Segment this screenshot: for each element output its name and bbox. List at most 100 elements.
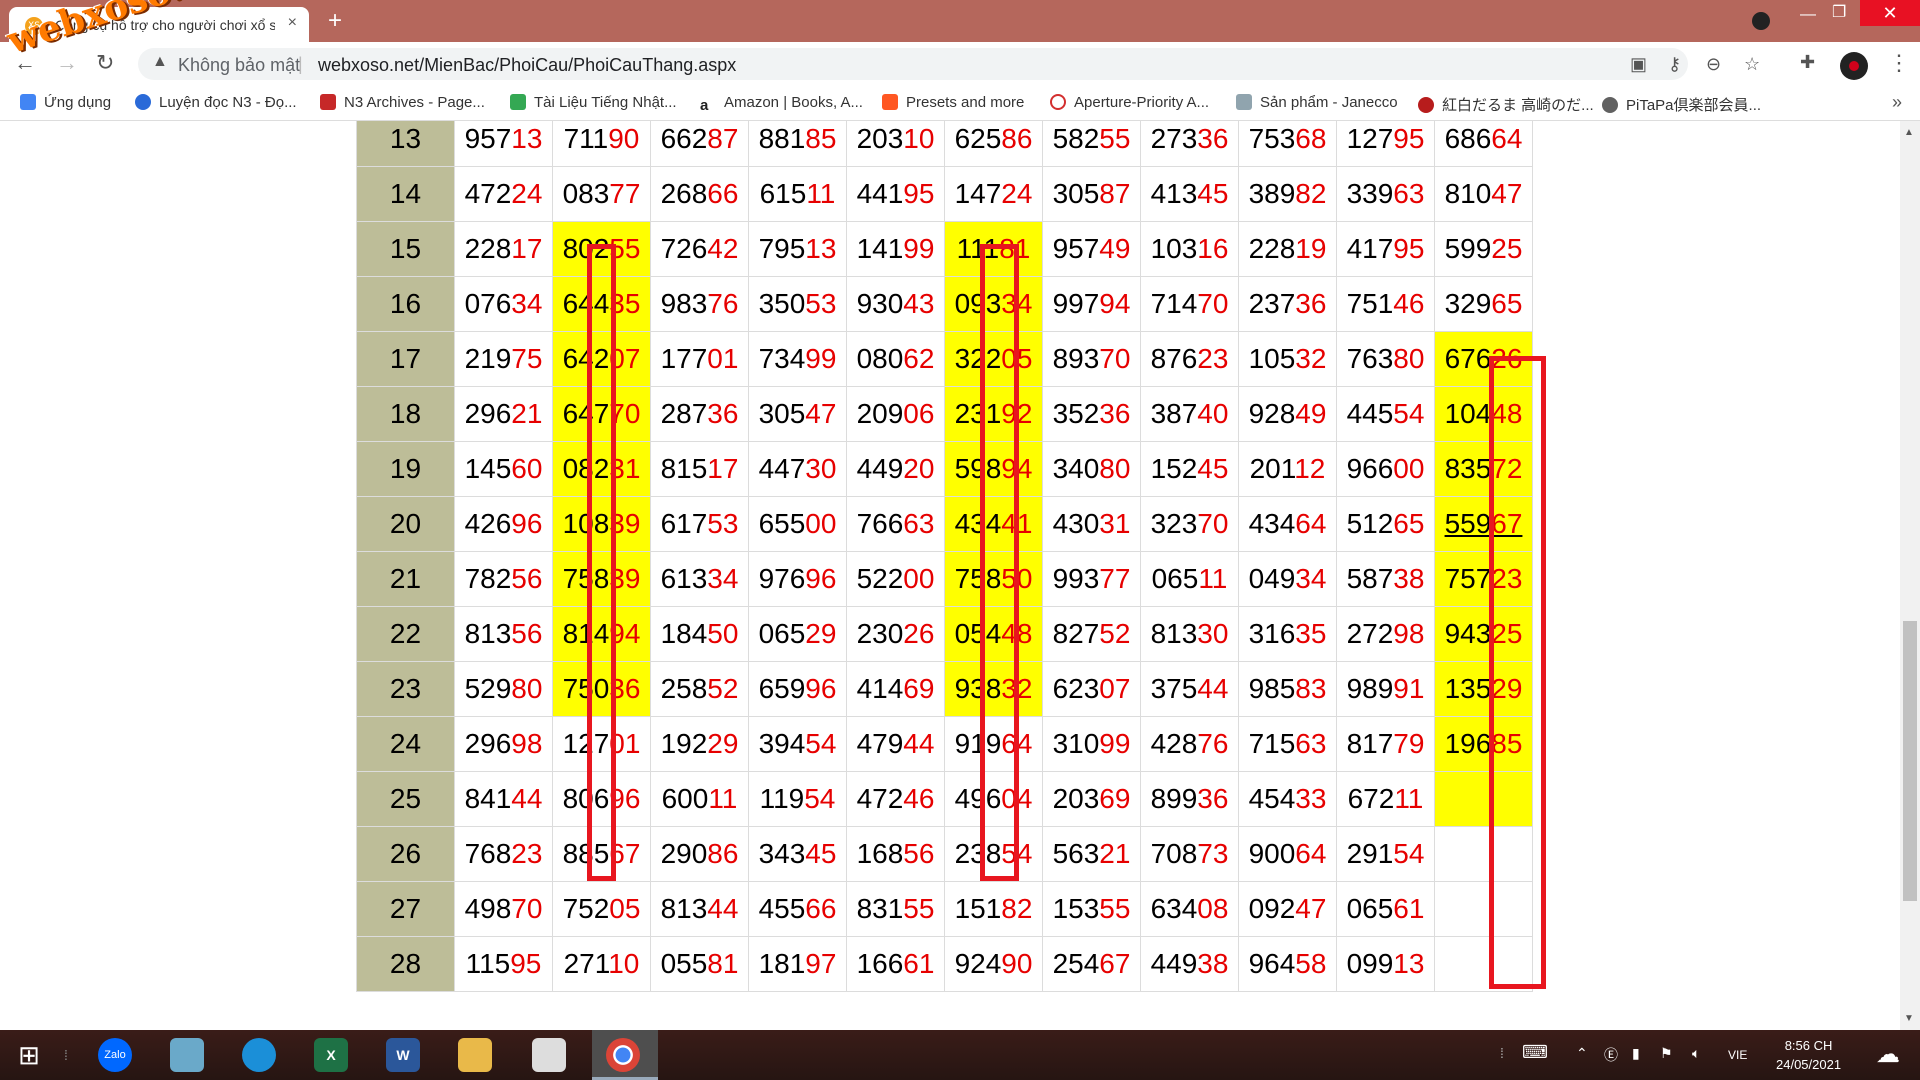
result-cell: 15182 <box>944 881 1043 937</box>
weather-cloud-icon[interactable]: ☁ <box>1876 1040 1900 1069</box>
result-number: 35053 <box>759 288 837 319</box>
result-cell: 14199 <box>846 221 945 277</box>
result-number: 44920 <box>857 453 935 484</box>
close-window-button[interactable]: ✕ <box>1860 0 1920 26</box>
flag-icon[interactable]: ⚑ <box>1660 1045 1673 1062</box>
word-icon[interactable]: W <box>386 1038 420 1072</box>
bookmarks-more-icon[interactable]: » <box>1892 92 1902 113</box>
day-cell: 18 <box>356 386 455 442</box>
url-text[interactable]: webxoso.net/MienBac/PhoiCau/PhoiCauThang… <box>318 55 736 76</box>
system-clock[interactable]: 8:56 CH 24/05/2021 <box>1776 1036 1841 1074</box>
volume-icon[interactable]: 🔈︎ <box>1692 1045 1700 1062</box>
address-bar[interactable]: ▲ Không bảo mật | webxoso.net/MienBac/Ph… <box>138 48 1760 80</box>
maximize-button[interactable]: ❐ <box>1832 2 1846 22</box>
bookmark-apps[interactable]: Ứng dụng <box>20 94 111 111</box>
result-cell: 29154 <box>1336 826 1435 882</box>
result-cell: 29621 <box>454 386 553 442</box>
result-prefix: 881 <box>758 123 806 154</box>
profile-avatar[interactable] <box>1840 52 1868 80</box>
zoom-icon[interactable]: ⊖ <box>1706 54 1721 75</box>
scroll-down-icon[interactable]: ▼ <box>1904 1013 1914 1024</box>
result-last-two-digits: 80 <box>511 673 543 704</box>
zalo-icon[interactable]: Zalo <box>98 1038 132 1072</box>
result-prefix: 287 <box>660 398 708 429</box>
notes-icon[interactable] <box>170 1038 204 1072</box>
result-cell: 89370 <box>1042 331 1141 387</box>
bookmark-item[interactable]: a Amazon | Books, A... <box>700 94 863 114</box>
vertical-scrollbar[interactable]: ▲ ▼ <box>1900 121 1920 1030</box>
lottery-grid: 13 95713 71190 66287 88185 20310 62586 58255 273… <box>356 121 1533 992</box>
result-prefix: 219 <box>464 343 512 374</box>
excel-icon[interactable]: X <box>314 1038 348 1072</box>
result-cell: 51265 <box>1336 496 1435 552</box>
result-number: 61511 <box>760 178 836 209</box>
result-number: 89370 <box>1053 343 1131 374</box>
result-number: 96458 <box>1249 948 1327 979</box>
key-icon[interactable]: ⚷ <box>1668 54 1681 75</box>
result-prefix: 479 <box>856 728 904 759</box>
result-number: 56321 <box>1053 838 1131 869</box>
forward-arrow-icon[interactable]: → <box>56 50 78 76</box>
language-indicator[interactable]: VIE <box>1728 1048 1747 1062</box>
grid-row: 13 95713 71190 66287 88185 20310 62586 58255 273… <box>356 121 1533 167</box>
bookmark-item[interactable]: Tài Liệu Tiếng Nhật... <box>510 94 677 111</box>
result-last-two-digits: 63 <box>1295 728 1327 759</box>
result-cell: 39454 <box>748 716 847 772</box>
ime-icon[interactable]: Ⓔ <box>1604 1045 1618 1065</box>
scrollbar-thumb[interactable] <box>1903 621 1917 901</box>
result-last-two-digits: 42 <box>707 233 739 264</box>
bookmark-item[interactable]: Luyện đọc N3 - Đọ... <box>135 94 297 111</box>
security-status[interactable]: Không bảo mật <box>178 55 300 76</box>
star-icon[interactable]: ☆ <box>1744 54 1760 75</box>
windows-start-icon[interactable]: ⊞ <box>12 1038 46 1072</box>
keyboard-icon[interactable]: ⌨ <box>1522 1042 1548 1063</box>
grid-row: 21 78256 75839 61334 97696 52200 75850 99377 065… <box>356 551 1533 607</box>
edge-icon[interactable] <box>242 1038 276 1072</box>
result-cell: 79513 <box>748 221 847 277</box>
result-last-two-digits: 34 <box>511 288 543 319</box>
reload-icon[interactable]: ↻ <box>96 50 114 76</box>
grid-row: 27 49870 75205 81344 45566 83155 15182 15355 634… <box>356 881 1533 937</box>
chrome-icon[interactable] <box>606 1038 640 1072</box>
folder-icon[interactable] <box>458 1038 492 1072</box>
result-last-two-digits: 54 <box>1393 838 1425 869</box>
result-prefix: 271 <box>563 948 609 979</box>
extensions-icon[interactable]: ✚ <box>1800 52 1815 73</box>
result-cell: 61334 <box>650 551 749 607</box>
network-icon[interactable]: ▮ <box>1632 1045 1640 1062</box>
minimize-button[interactable]: — <box>1800 6 1816 24</box>
result-number: 14724 <box>955 178 1033 209</box>
result-last-two-digits: 95 <box>1393 123 1425 154</box>
result-last-two-digits: 29 <box>805 618 837 649</box>
result-last-two-digits: 26 <box>903 618 935 649</box>
bookmark-item[interactable]: Presets and more <box>882 94 1024 111</box>
result-prefix: 184 <box>660 618 708 649</box>
result-number: 47944 <box>857 728 935 759</box>
cast-icon[interactable]: ▣ <box>1630 54 1647 75</box>
bookmark-item[interactable]: Aperture-Priority A... <box>1050 94 1209 111</box>
result-prefix: 449 <box>856 453 904 484</box>
result-prefix: 426 <box>464 508 512 539</box>
result-prefix: 228 <box>464 233 512 264</box>
result-prefix: 993 <box>1052 563 1100 594</box>
result-cell: 81356 <box>454 606 553 662</box>
bookmark-item[interactable]: Sản phẩm - Janecco <box>1236 94 1398 111</box>
new-tab-button[interactable]: + <box>328 8 342 34</box>
result-last-two-digits: 95 <box>903 178 935 209</box>
bookmark-item[interactable]: N3 Archives - Page... <box>320 94 485 111</box>
tab-search-icon[interactable] <box>1752 12 1770 30</box>
result-cell: 84144 <box>454 771 553 827</box>
menu-icon[interactable]: ⋮ <box>1888 50 1910 76</box>
result-cell: 34345 <box>748 826 847 882</box>
tray-chevron-icon[interactable]: ⌃ <box>1576 1045 1588 1062</box>
tab-close-icon[interactable]: × <box>288 14 297 32</box>
task-view-icon[interactable]: ⁞ <box>56 1038 76 1072</box>
result-prefix: 768 <box>464 838 512 869</box>
result-prefix: 340 <box>1052 453 1100 484</box>
app-icon[interactable] <box>532 1038 566 1072</box>
scroll-up-icon[interactable]: ▲ <box>1904 127 1914 138</box>
result-number: 97696 <box>759 563 837 594</box>
bookmark-item[interactable]: PiTaPa倶楽部会員... <box>1602 94 1761 115</box>
bookmark-item[interactable]: 紅白だるま 高崎のだ... <box>1418 94 1594 115</box>
result-number: 14560 <box>465 453 543 484</box>
